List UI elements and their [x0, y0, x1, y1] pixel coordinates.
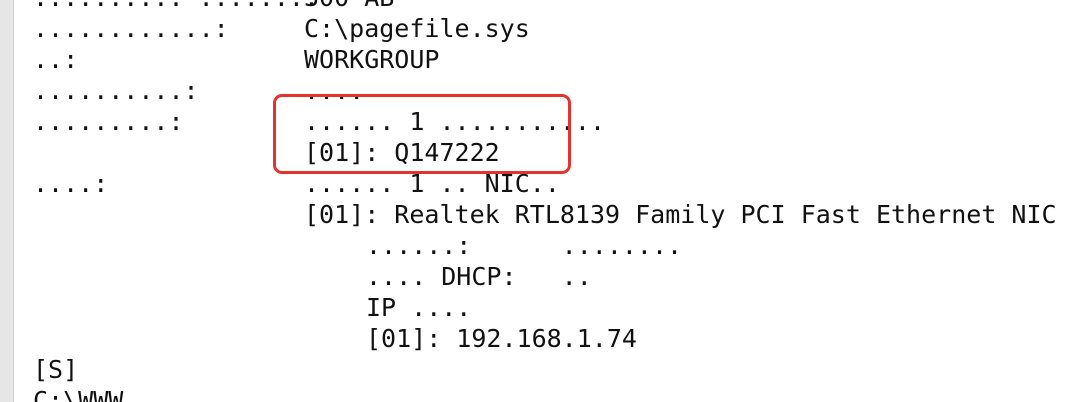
- line-key: .........:: [33, 107, 184, 136]
- line-value: ......: ........: [366, 231, 683, 260]
- line-key: [S]: [33, 355, 79, 384]
- console-window: .......... ........ 300 AB ............:…: [0, 0, 1080, 402]
- console-line: ..: WORKGROUP: [33, 44, 439, 75]
- line-key: ............:: [33, 14, 229, 43]
- console-output[interactable]: .......... ........ 300 AB ............:…: [33, 0, 1057, 402]
- line-key: .......... ........: [33, 0, 319, 13]
- ip-address-value: [01]: 192.168.1.74: [366, 324, 637, 353]
- console-line: IP ....: [33, 292, 471, 323]
- console-line: .... DHCP: ..: [33, 261, 592, 292]
- console-line: [S]: [33, 354, 123, 385]
- console-line: ..........: ....: [33, 75, 364, 106]
- dhcp-value: .... DHCP: ..: [366, 262, 592, 291]
- console-line: ......: ........: [33, 230, 682, 261]
- line-value: 300 AB: [304, 0, 394, 13]
- line-value: WORKGROUP: [304, 45, 440, 74]
- ip-label: IP ....: [366, 293, 472, 322]
- console-line: .........: ...... 1 ...........: [33, 106, 605, 137]
- line-key: ..........:: [33, 76, 199, 105]
- nic-name-value: [01]: Realtek RTL8139 Family PCI Fast Et…: [304, 200, 1057, 229]
- console-line: [01]: 192.168.1.74: [33, 323, 637, 354]
- line-key: ....:: [33, 169, 109, 198]
- console-line: C:\WWW: [33, 385, 123, 402]
- line-value: C:\pagefile.sys: [304, 14, 530, 43]
- console-line: .......... ........ 300 AB: [33, 0, 394, 13]
- command-prompt: C:\WWW: [33, 386, 124, 402]
- console-line: [01]: Q147222: [33, 137, 500, 168]
- window-left-border: [0, 0, 14, 402]
- red-highlight-box: [273, 94, 571, 174]
- console-line: ....: ...... 1 .. NIC..: [33, 168, 560, 199]
- console-line: [01]: Realtek RTL8139 Family PCI Fast Et…: [33, 199, 1057, 230]
- line-key: ..:: [33, 45, 79, 74]
- console-line: ............: C:\pagefile.sys: [33, 13, 530, 44]
